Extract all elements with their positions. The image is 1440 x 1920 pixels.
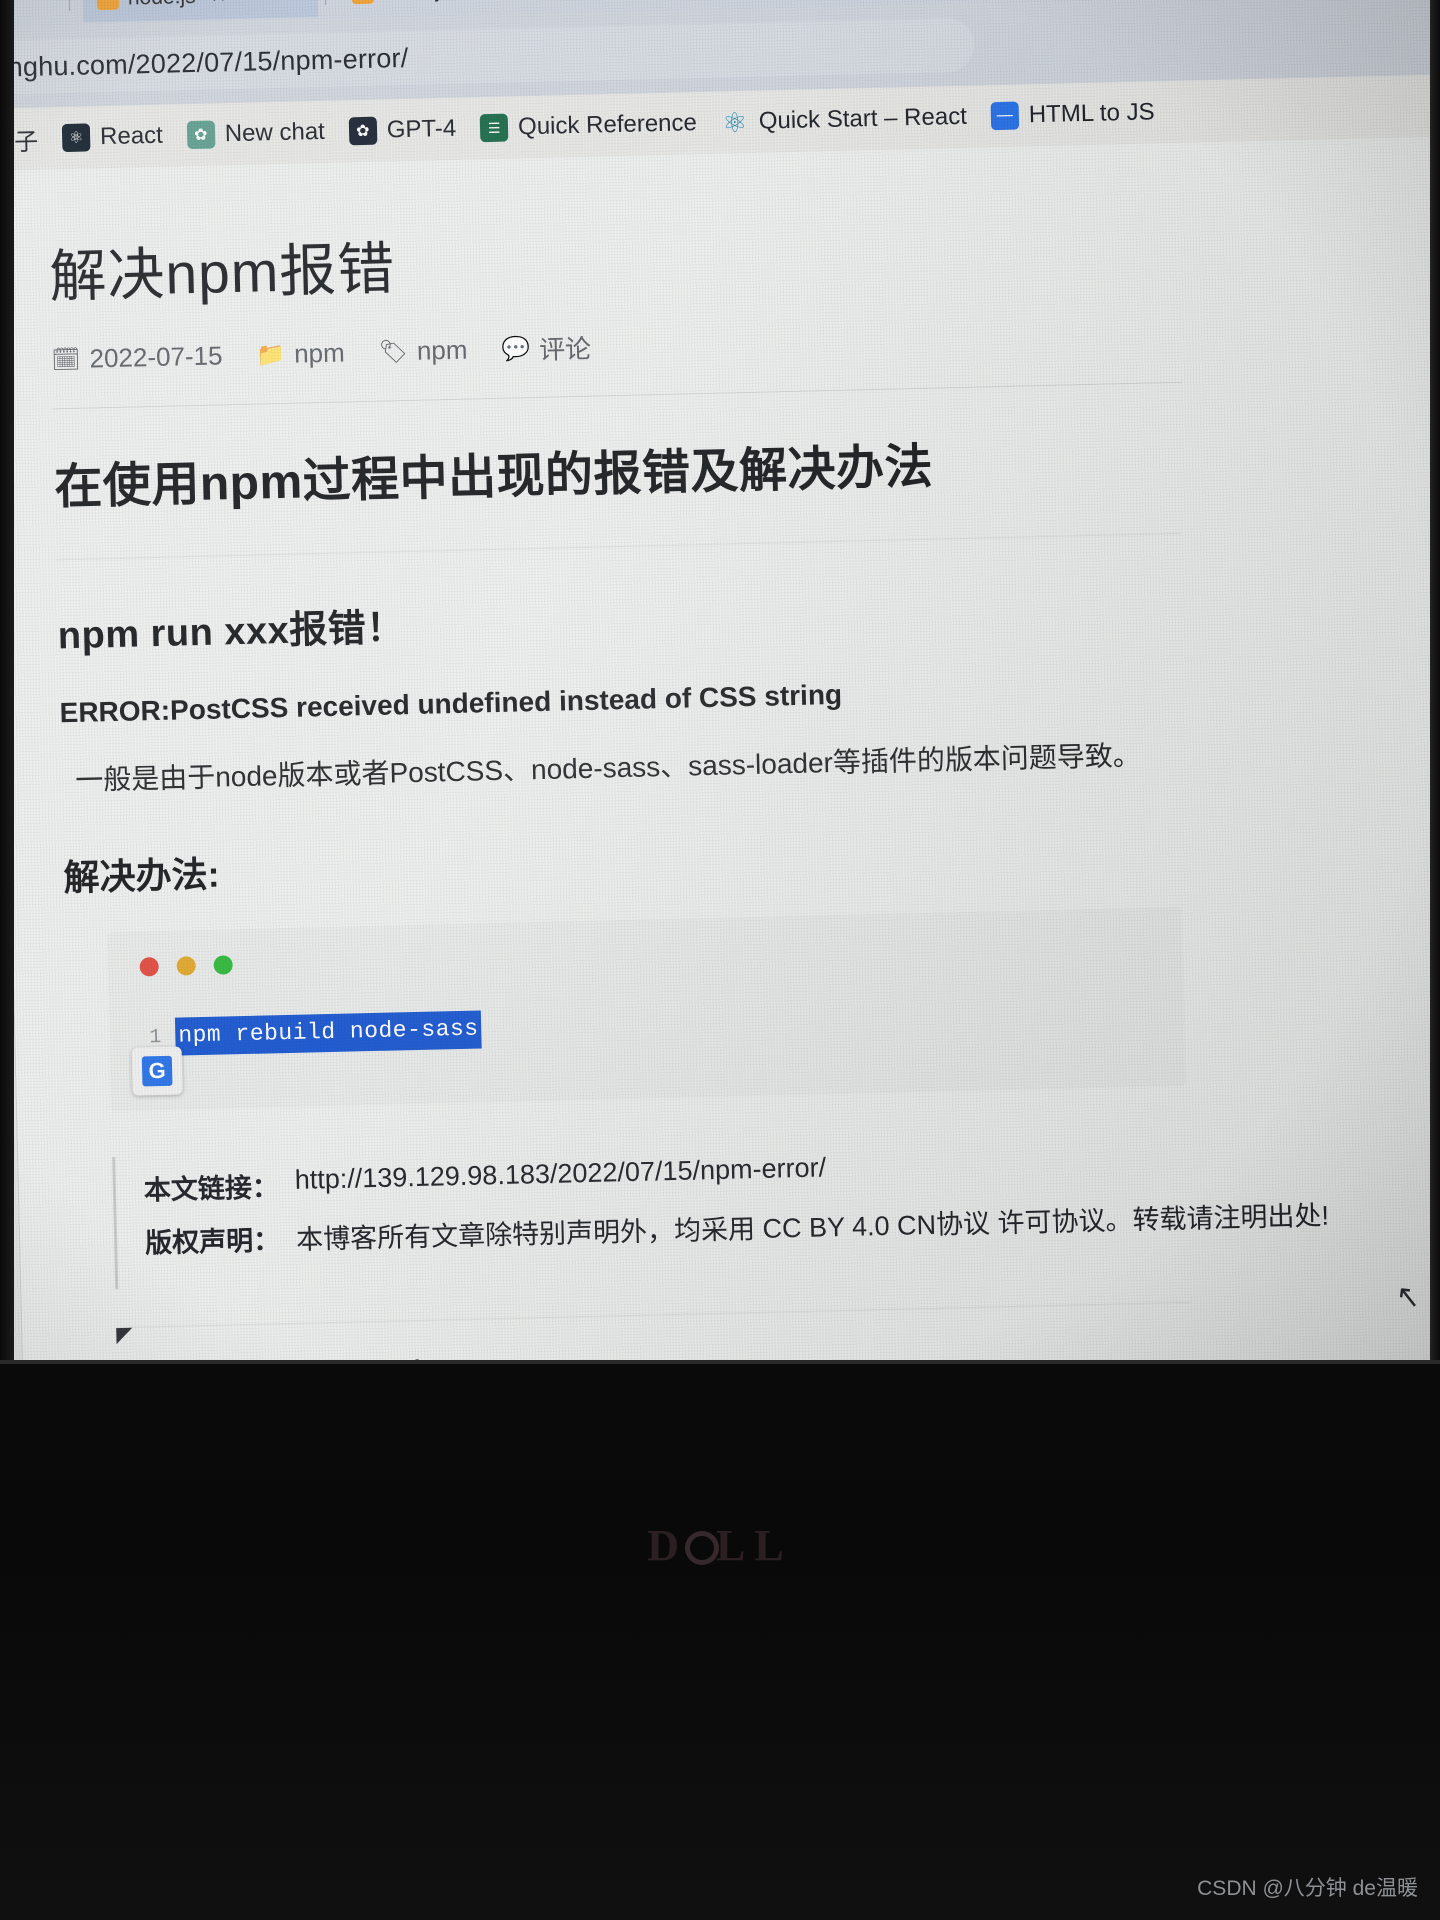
maximize-dot-icon: [213, 955, 233, 975]
meta-tag-text: npm: [416, 334, 468, 366]
tab-favicon: [96, 0, 120, 11]
bookmark-label: New chat: [224, 117, 326, 148]
bookmark-label: React: [99, 121, 164, 151]
dell-logo-d: D: [647, 1521, 689, 1570]
code-line-number: 1: [149, 1025, 162, 1049]
article-heading: 在使用npm过程中出现的报错及解决办法: [53, 440, 934, 515]
divider: [56, 532, 1181, 561]
ad-corner-marker-icon: [116, 1327, 133, 1345]
minimize-dot-icon: [176, 956, 196, 976]
bookmark-item-5[interactable]: ⚛ Quick Start – React: [720, 102, 968, 139]
window-dots: [107, 933, 1182, 977]
dell-logo: D LL: [0, 1520, 1440, 1571]
react-atom-icon: ⚛: [721, 106, 748, 139]
bookmark-label: GPT-4: [386, 114, 457, 144]
bookmark-item-6[interactable]: — HTML to JS: [990, 98, 1155, 131]
dell-logo-ll: LL: [716, 1521, 793, 1570]
meta-date-text: 2022-07-15: [89, 340, 223, 374]
address-bar-text: houjianghu.com/2022/07/15/npm-error/: [0, 42, 409, 84]
react-icon: ⚛: [61, 123, 91, 153]
address-bar[interactable]: houjianghu.com/2022/07/15/npm-error/: [0, 17, 975, 98]
close-dot-icon: [139, 957, 159, 977]
meta-category-text: npm: [293, 337, 346, 369]
tab-label: node.js: [383, 0, 451, 4]
code-block: 1 npm rebuild node-sass G: [106, 906, 1186, 1112]
code-line[interactable]: 1 npm rebuild node-sass: [109, 994, 1185, 1057]
article-link-value[interactable]: http://139.129.98.183/2022/07/15/npm-err…: [294, 1152, 826, 1204]
code-text-selected[interactable]: npm rebuild node-sass: [174, 1010, 483, 1056]
deck-edge: [0, 1360, 1440, 1364]
bookmark-label: Quick Start – React: [758, 102, 968, 135]
google-translate-glyph: G: [141, 1055, 173, 1087]
bookmark-item-2[interactable]: ✿ New chat: [186, 117, 326, 150]
openai-dark-icon: ✿: [348, 116, 378, 146]
comment-icon: 💬: [501, 335, 531, 362]
quick-reference-icon: ☰: [479, 113, 509, 143]
tab-favicon: [351, 0, 375, 5]
license-panel: 本文链接： http://139.129.98.183/2022/07/15/n…: [112, 1131, 1329, 1290]
bookmark-item-4[interactable]: ☰ Quick Reference: [479, 109, 698, 143]
article-container: 解决npm报错 🗓 2022-07-15 📁 npm 🏷 npm 💬 评论 在使…: [47, 139, 1378, 1488]
globe-icon: —: [990, 101, 1020, 131]
folder-icon: 📁: [256, 340, 286, 368]
post-meta-row: 🗓 2022-07-15 📁 npm 🏷 npm 💬 评论: [51, 311, 1352, 379]
bookmark-item-3[interactable]: ✿ GPT-4: [348, 115, 456, 146]
meta-comments[interactable]: 💬 评论: [501, 329, 592, 368]
google-translate-icon[interactable]: G: [131, 1046, 183, 1096]
close-icon[interactable]: ✕: [465, 0, 481, 2]
bookmark-label: Quick Reference: [517, 109, 698, 141]
article-link-row: 本文链接： http://139.129.98.183/2022/07/15/n…: [143, 1144, 1188, 1208]
bookmark-item-1[interactable]: ⚛ React: [61, 121, 164, 153]
laptop-bezel-left: [0, 0, 14, 1400]
meta-category[interactable]: 📁 npm: [256, 337, 345, 370]
copyright-value: 本博客所有文章除特别声明外，均采用 CC BY 4.0 CN协议 许可协议。转载…: [295, 1200, 1330, 1255]
meta-date: 🗓 2022-07-15: [51, 340, 223, 375]
meta-comments-text: 评论: [538, 333, 592, 365]
divider: [52, 381, 1183, 410]
error-message-text: ERROR:PostCSS received undefined instead…: [59, 678, 843, 729]
copyright-row: 版权声明： 本博客所有文章除特别声明外，均采用 CC BY 4.0 CN协议 许…: [144, 1197, 1329, 1261]
copyright-label: 版权声明：: [144, 1225, 281, 1259]
csdn-watermark: CSDN @八分钟 de温暖: [1197, 1877, 1418, 1900]
article-link-label: 本文链接：: [143, 1172, 280, 1206]
mouse-cursor-icon: ↖: [1393, 1279, 1423, 1316]
solution-heading: 解决办法:: [63, 853, 221, 899]
laptop-screen-photo: npm ✕ node.js ✕ node.js ✕: [0, 0, 1440, 1920]
bookmark-label: HTML to JS: [1028, 98, 1155, 129]
calendar-icon: 🗓: [51, 345, 81, 373]
tab-separator: [68, 0, 71, 11]
tab-label: node.js: [128, 0, 196, 10]
page-title: 解决npm报错: [48, 237, 396, 310]
section-heading: npm run xxx报错！: [57, 607, 406, 658]
openai-icon: ✿: [186, 120, 216, 150]
tag-icon: 🏷: [378, 337, 409, 365]
laptop-deck: D LL: [0, 1360, 1440, 1920]
body-paragraph: 一般是由于node版本或者PostCSS、node-sass、sass-load…: [74, 739, 1142, 796]
tab-separator: [324, 0, 327, 5]
web-page-viewport: ⚲ .net 解决npm报错 🗓 2022-07-15 📁 npm: [0, 136, 1440, 1572]
meta-tag[interactable]: 🏷 npm: [378, 335, 467, 368]
laptop-bezel-right: [1430, 0, 1440, 1400]
close-icon[interactable]: ✕: [210, 0, 226, 8]
